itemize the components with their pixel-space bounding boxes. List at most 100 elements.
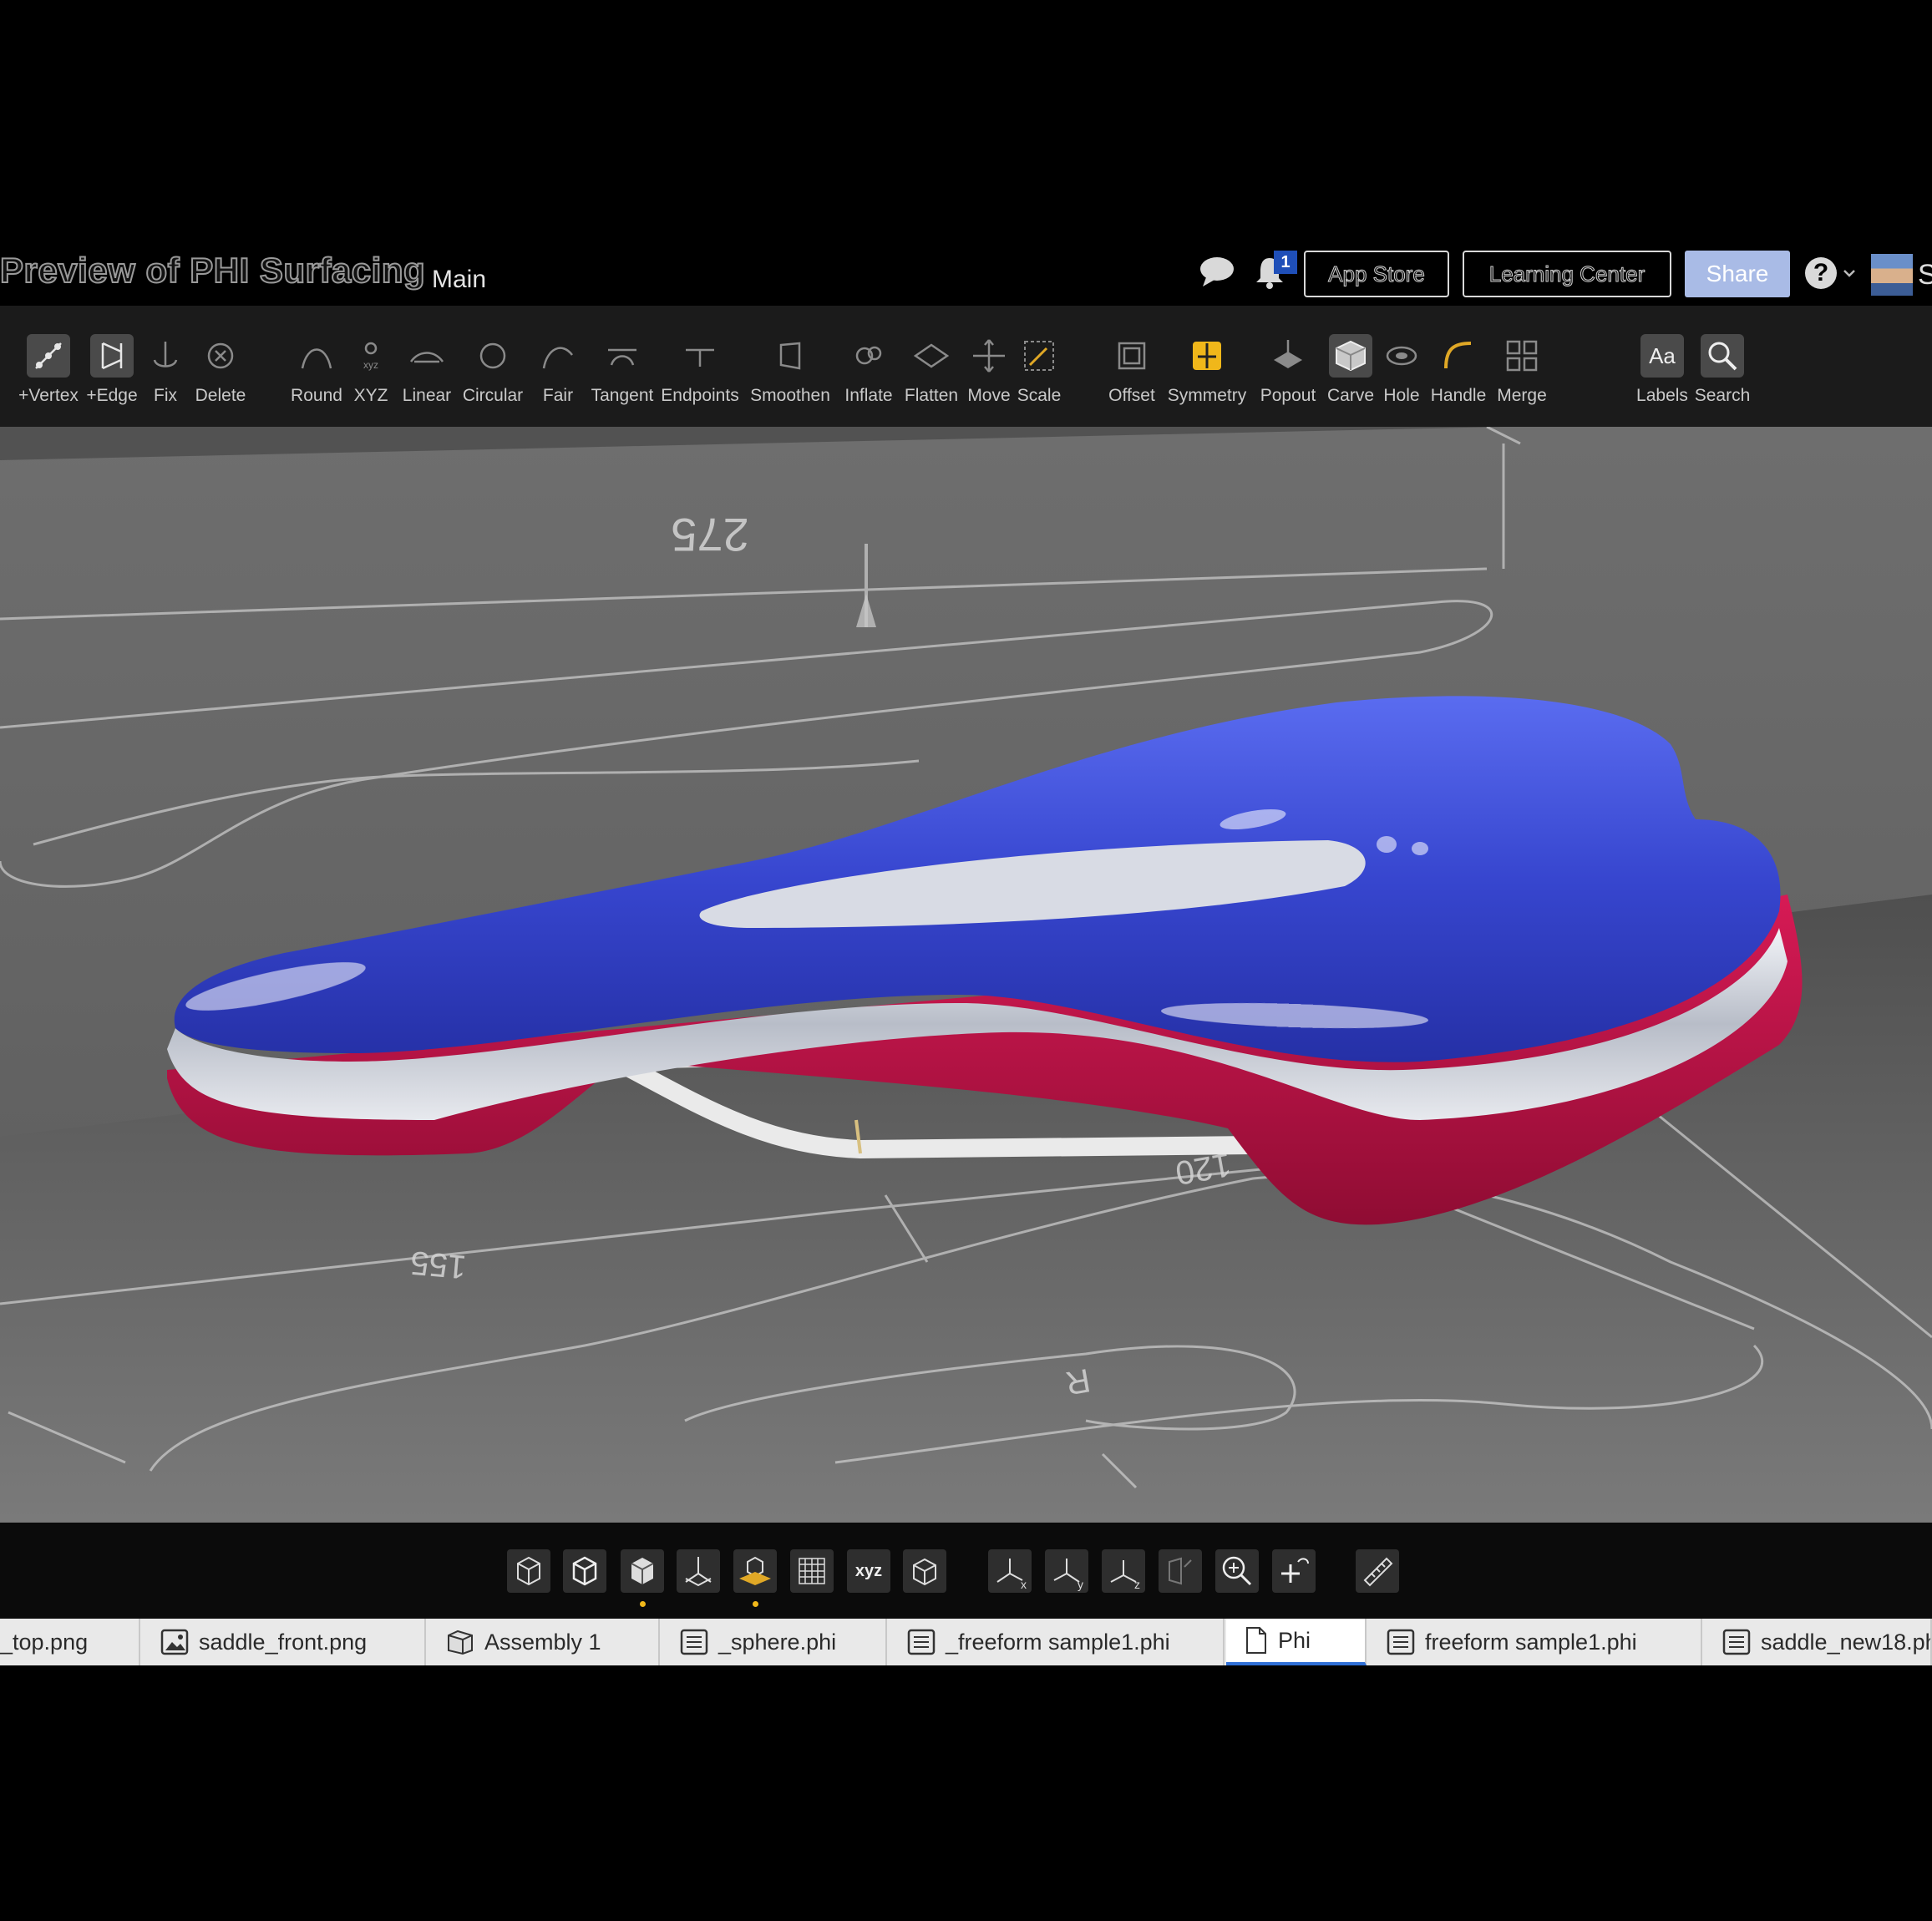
add-vertex-icon xyxy=(27,334,70,378)
tool-label: +Edge xyxy=(86,386,138,405)
ground-cube-icon[interactable] xyxy=(733,1549,777,1593)
carve-icon xyxy=(1329,334,1372,378)
tab-label: _sphere.phi xyxy=(718,1629,837,1655)
tool-label: Tangent xyxy=(591,386,654,405)
tab-label: Assembly 1 xyxy=(484,1629,601,1655)
add-orbit-icon[interactable] xyxy=(1272,1549,1316,1593)
tool-handle[interactable]: Handle xyxy=(1425,334,1492,406)
notification-badge: 1 xyxy=(1274,251,1297,274)
tab-phi[interactable]: Phi xyxy=(1226,1619,1367,1665)
tool-label: Offset xyxy=(1108,386,1155,405)
ruler-icon[interactable] xyxy=(1356,1549,1399,1593)
wireframe-cube-icon[interactable] xyxy=(507,1549,550,1593)
handle-icon xyxy=(1437,334,1480,378)
move-arrows-icon xyxy=(967,334,1011,378)
merge-icon xyxy=(1500,334,1544,378)
xyz-point-icon: xyz xyxy=(349,334,393,378)
tab-label: saddle_front.png xyxy=(199,1629,368,1655)
view-z-icon[interactable]: z xyxy=(1102,1549,1145,1593)
tab--top-png[interactable]: _top.png xyxy=(0,1619,140,1665)
tool-fair[interactable]: Fair xyxy=(525,334,591,406)
tool-labels[interactable]: Aa Labels xyxy=(1629,334,1696,406)
symmetry-icon xyxy=(1185,334,1229,378)
hole-icon xyxy=(1380,334,1423,378)
document-title: Preview of PHI Surfacing xyxy=(0,250,426,291)
tool-label: Linear xyxy=(402,386,452,405)
tool-label: Fix xyxy=(154,386,177,405)
tool-endpoints[interactable]: Endpoints xyxy=(661,334,739,406)
tool-label: Smoothen xyxy=(750,386,830,405)
labels-aa-icon: Aa xyxy=(1640,334,1684,378)
view-x-icon[interactable]: x xyxy=(988,1549,1032,1593)
popout-icon xyxy=(1266,334,1310,378)
avatar[interactable] xyxy=(1871,254,1913,296)
tool-inflate[interactable]: Inflate xyxy=(835,334,902,406)
solid-cube-icon[interactable] xyxy=(621,1549,664,1593)
share-button[interactable]: Share xyxy=(1685,251,1790,297)
tool-label: Round xyxy=(291,386,342,405)
offset-icon xyxy=(1110,334,1154,378)
chevron-down-icon[interactable] xyxy=(1843,267,1856,282)
document-icon xyxy=(680,1629,718,1655)
rotate-view-icon[interactable] xyxy=(1159,1549,1202,1593)
document-icon xyxy=(1387,1629,1425,1655)
comment-icon[interactable] xyxy=(1198,255,1236,292)
fair-curve-icon xyxy=(536,334,580,378)
zoom-fit-icon[interactable] xyxy=(1215,1549,1259,1593)
tab-saddle-front-png[interactable]: saddle_front.png xyxy=(142,1619,426,1665)
view-controls-bar xyxy=(0,1523,1932,1619)
tool-label: Scale xyxy=(1017,386,1062,405)
tool-linear[interactable]: Linear xyxy=(393,334,460,406)
active-indicator-dot xyxy=(640,1601,646,1607)
view-y-icon[interactable]: y xyxy=(1045,1549,1088,1593)
help-icon[interactable]: ? xyxy=(1805,257,1837,289)
tab--sphere-phi[interactable]: _sphere.phi xyxy=(662,1619,887,1665)
tool-offset[interactable]: Offset xyxy=(1098,334,1165,406)
scene-canvas[interactable]: 275 155 120 R xyxy=(0,427,1932,1523)
tool-scale[interactable]: Scale xyxy=(1006,334,1072,406)
app-store-button[interactable]: App Store xyxy=(1304,251,1449,297)
search-icon xyxy=(1701,334,1744,378)
outline-cube-icon[interactable] xyxy=(563,1549,606,1593)
grid-icon[interactable] xyxy=(790,1549,834,1593)
tab-assembly-1[interactable]: Assembly 1 xyxy=(428,1619,660,1665)
tool-label: Flatten xyxy=(904,386,959,405)
tab-label: saddle_new18.ph xyxy=(1761,1629,1932,1655)
scale-icon xyxy=(1017,334,1061,378)
tool-label: Delete xyxy=(195,386,246,405)
tool-search[interactable]: Search xyxy=(1689,334,1756,406)
tool-label: Fair xyxy=(542,386,574,405)
axes-plane-icon[interactable] xyxy=(677,1549,720,1593)
tab-freeform-sample1-phi[interactable]: freeform sample1.phi xyxy=(1368,1619,1702,1665)
box-view-icon[interactable] xyxy=(903,1549,946,1593)
axis-letter: x xyxy=(1021,1578,1027,1591)
flatten-icon xyxy=(910,334,953,378)
tool-vertex[interactable]: +Vertex xyxy=(15,334,82,406)
tool-label: Search xyxy=(1694,386,1751,405)
tool-popout[interactable]: Popout xyxy=(1255,334,1321,406)
tool-delete[interactable]: Delete xyxy=(187,334,254,406)
tangent-icon xyxy=(601,334,644,378)
3d-viewport[interactable]: 275 155 120 R xyxy=(0,427,1932,1523)
tool-glyph: Aa xyxy=(1649,342,1676,368)
inflate-icon xyxy=(847,334,890,378)
active-indicator-dot xyxy=(753,1601,758,1607)
fix-anchor-icon xyxy=(144,334,187,378)
tool-flatten[interactable]: Flatten xyxy=(898,334,965,406)
tool-label: Carve xyxy=(1326,386,1375,405)
tool-circular[interactable]: Circular xyxy=(459,334,526,406)
xyz-toggle-icon[interactable]: xyz xyxy=(847,1549,890,1593)
tab-saddle-new18-ph[interactable]: saddle_new18.ph xyxy=(1704,1619,1932,1665)
tab-label: Phi xyxy=(1278,1627,1311,1653)
tab--freeform-sample1-phi[interactable]: _freeform sample1.phi xyxy=(889,1619,1225,1665)
tool-label: Move xyxy=(967,386,1011,405)
branch-label[interactable]: Main xyxy=(432,266,486,294)
learning-center-button[interactable]: Learning Center xyxy=(1463,251,1671,297)
tool-tangent[interactable]: Tangent xyxy=(589,334,656,406)
tool-smoothen[interactable]: Smoothen xyxy=(750,334,830,406)
tool-label: Labels xyxy=(1636,386,1688,405)
axis-letter: z xyxy=(1134,1578,1140,1591)
tool-symmetry[interactable]: Symmetry xyxy=(1168,334,1246,406)
tool-merge[interactable]: Merge xyxy=(1488,334,1555,406)
user-name-initial: S xyxy=(1918,259,1932,291)
